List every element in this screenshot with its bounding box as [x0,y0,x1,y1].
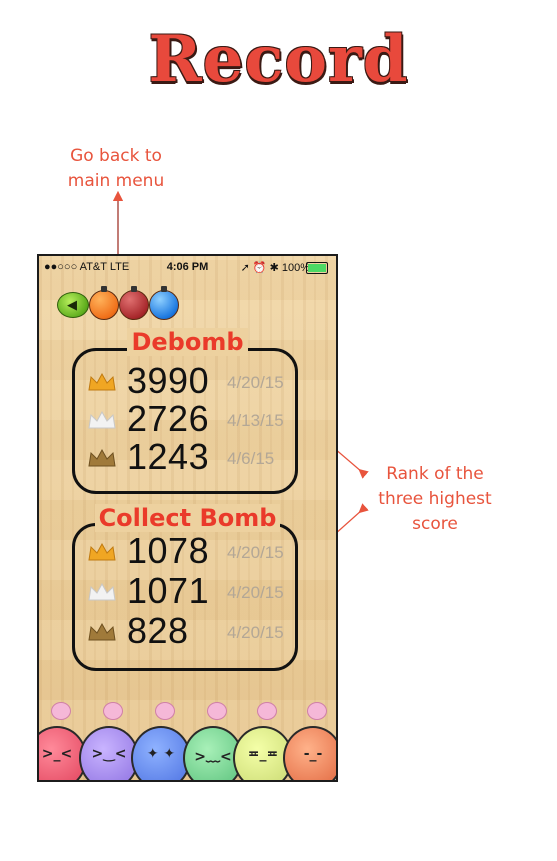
gold-crown-icon [88,542,116,561]
debomb-row-3: 1243 4/6/15 [87,438,317,476]
collect-row-2: 1071 4/20/15 [87,572,317,610]
debomb-score-2: 2726 [127,398,210,439]
debomb-section-label: Debomb [39,328,336,356]
debomb-label-text: Debomb [127,328,248,356]
collect-date-2: 4/20/15 [227,583,284,602]
silver-crown-icon [88,410,116,429]
collect-row-1: 1078 4/20/15 [87,532,317,570]
collect-score-3: 828 [127,610,189,651]
debomb-score-3: 1243 [127,436,210,477]
bronze-crown-icon [88,448,116,467]
collect-score-1: 1078 [127,530,210,571]
silver-crown-icon [88,582,116,601]
purple-bomb-creature-icon: >‿< [79,702,139,780]
phone-screen: ●●○○○ AT&T LTE 4:06 PM ➚ ⏰ ✱ 100% ◀ Debo… [37,254,338,782]
red-bomb-icon [119,286,149,320]
debomb-date-3: 4/6/15 [227,449,275,468]
debomb-row-2: 2726 4/13/15 [87,400,317,438]
back-arrow-icon: ◀ [67,297,77,313]
bronze-crown-icon [88,622,116,641]
orange-bomb-icon [89,286,119,320]
collect-date-3: 4/20/15 [227,623,284,642]
collect-row-3: 828 4/20/15 [87,612,317,650]
blue-bomb-icon [149,286,179,320]
collect-bomb-label-text: Collect Bomb [94,504,281,532]
bomb-creatures-decoration: >_< >‿< ✦ ✦ >﹏< ≖_≖ -_- [39,680,336,780]
status-right-icons: ➚ ⏰ ✱ 100% [240,262,310,274]
debomb-score-1: 3990 [127,360,210,401]
debomb-date-1: 4/20/15 [227,373,284,392]
gold-crown-icon [88,372,116,391]
orange-bomb-creature-icon: -_- [283,702,336,780]
collect-score-2: 1071 [127,570,210,611]
status-bar: ●●○○○ AT&T LTE 4:06 PM ➚ ⏰ ✱ 100% [39,256,336,278]
debomb-date-2: 4/13/15 [227,411,284,430]
blue-bomb-creature-icon: ✦ ✦ [131,702,191,780]
battery-icon [306,262,328,274]
back-button[interactable]: ◀ [57,292,89,318]
collect-date-1: 4/20/15 [227,543,284,562]
debomb-row-1: 3990 4/20/15 [87,362,317,400]
collect-bomb-section-label: Collect Bomb [39,504,336,532]
